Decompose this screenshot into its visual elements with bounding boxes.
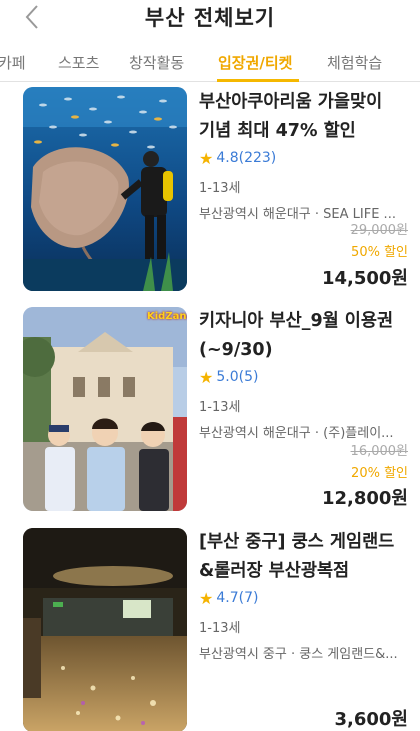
list-item[interactable]: 부산아쿠아리움 가을맞이 기념 최대 47% 할인 ★ 4.8 (223) 1-… (0, 84, 420, 294)
list-item[interactable]: [부산 중구] 쿵스 게임랜드 &롤러장 부산광복점 ★ 4.7 (7) 1-1… (0, 526, 420, 731)
product-info: [부산 중구] 쿵스 게임랜드 &롤러장 부산광복점 ★ 4.7 (7) 1-1… (199, 528, 411, 662)
aquarium-photo (23, 87, 187, 291)
category-tabs: 카페 스포츠 창작활동 입장권/티켓 체험학습 (0, 48, 420, 82)
review-count: (223) (238, 150, 277, 166)
age-range: 1-13세 (199, 400, 241, 415)
review-count: (5) (238, 369, 259, 385)
rating-score: 4.8 (216, 150, 239, 166)
product-title[interactable]: 키자니아 부산_9월 이용권 (~9/30) (199, 307, 411, 365)
tab-sports[interactable]: 스포츠 (58, 52, 99, 73)
active-tab-indicator (217, 79, 299, 82)
product-thumbnail[interactable] (23, 87, 187, 291)
product-info: 부산아쿠아리움 가을맞이 기념 최대 47% 할인 ★ 4.8 (223) 1-… (199, 88, 411, 222)
original-price: 16,000원 (350, 444, 408, 459)
tab-tickets[interactable]: 입장권/티켓 (218, 52, 292, 73)
sale-price: 14,500원 (321, 268, 408, 289)
kidzania-photo (23, 307, 187, 511)
tab-experience[interactable]: 체험학습 (327, 52, 382, 73)
product-info: 키자니아 부산_9월 이용권 (~9/30) ★ 5.0 (5) 1-13세 부… (199, 307, 411, 441)
game-land-photo (23, 528, 187, 731)
discount-badge: 50% 할인 (351, 245, 408, 260)
age-range: 1-13세 (199, 621, 241, 636)
rating-score: 5.0 (216, 369, 239, 385)
tab-creative[interactable]: 창작활동 (129, 52, 184, 73)
rating: ★ 5.0 (5) (199, 367, 411, 387)
product-title[interactable]: [부산 중구] 쿵스 게임랜드 &롤러장 부산광복점 (199, 528, 411, 586)
age-range: 1-13세 (199, 181, 241, 196)
star-icon: ★ (199, 367, 214, 387)
location: 부산광역시 중구 · 쿵스 게임랜드&... (199, 647, 398, 662)
rating-score: 4.7 (216, 590, 239, 606)
top-bar: 부산 전체보기 (0, 0, 420, 38)
rating: ★ 4.7 (7) (199, 588, 411, 608)
rating: ★ 4.8 (223) (199, 148, 411, 168)
page-title: 부산 전체보기 (144, 6, 276, 30)
sale-price: 3,600원 (334, 709, 409, 730)
star-icon: ★ (199, 148, 214, 168)
review-count: (7) (238, 590, 259, 606)
product-thumbnail[interactable] (23, 528, 187, 731)
product-title[interactable]: 부산아쿠아리움 가을맞이 기념 최대 47% 할인 (199, 88, 411, 146)
discount-badge: 20% 할인 (351, 466, 408, 481)
sale-price: 12,800원 (321, 488, 408, 509)
list-item[interactable]: KidZania 키자니아 부산_9월 이용권 (~9/30) ★ 5.0 (5… (0, 305, 420, 515)
tab-cafe[interactable]: 카페 (0, 52, 26, 73)
original-price: 29,000원 (350, 223, 408, 238)
star-icon: ★ (199, 588, 214, 608)
product-thumbnail[interactable]: KidZania (23, 307, 187, 511)
kidzania-logo: KidZania (147, 311, 187, 322)
location: 부산광역시 해운대구 · (주)플레이... (199, 426, 394, 441)
